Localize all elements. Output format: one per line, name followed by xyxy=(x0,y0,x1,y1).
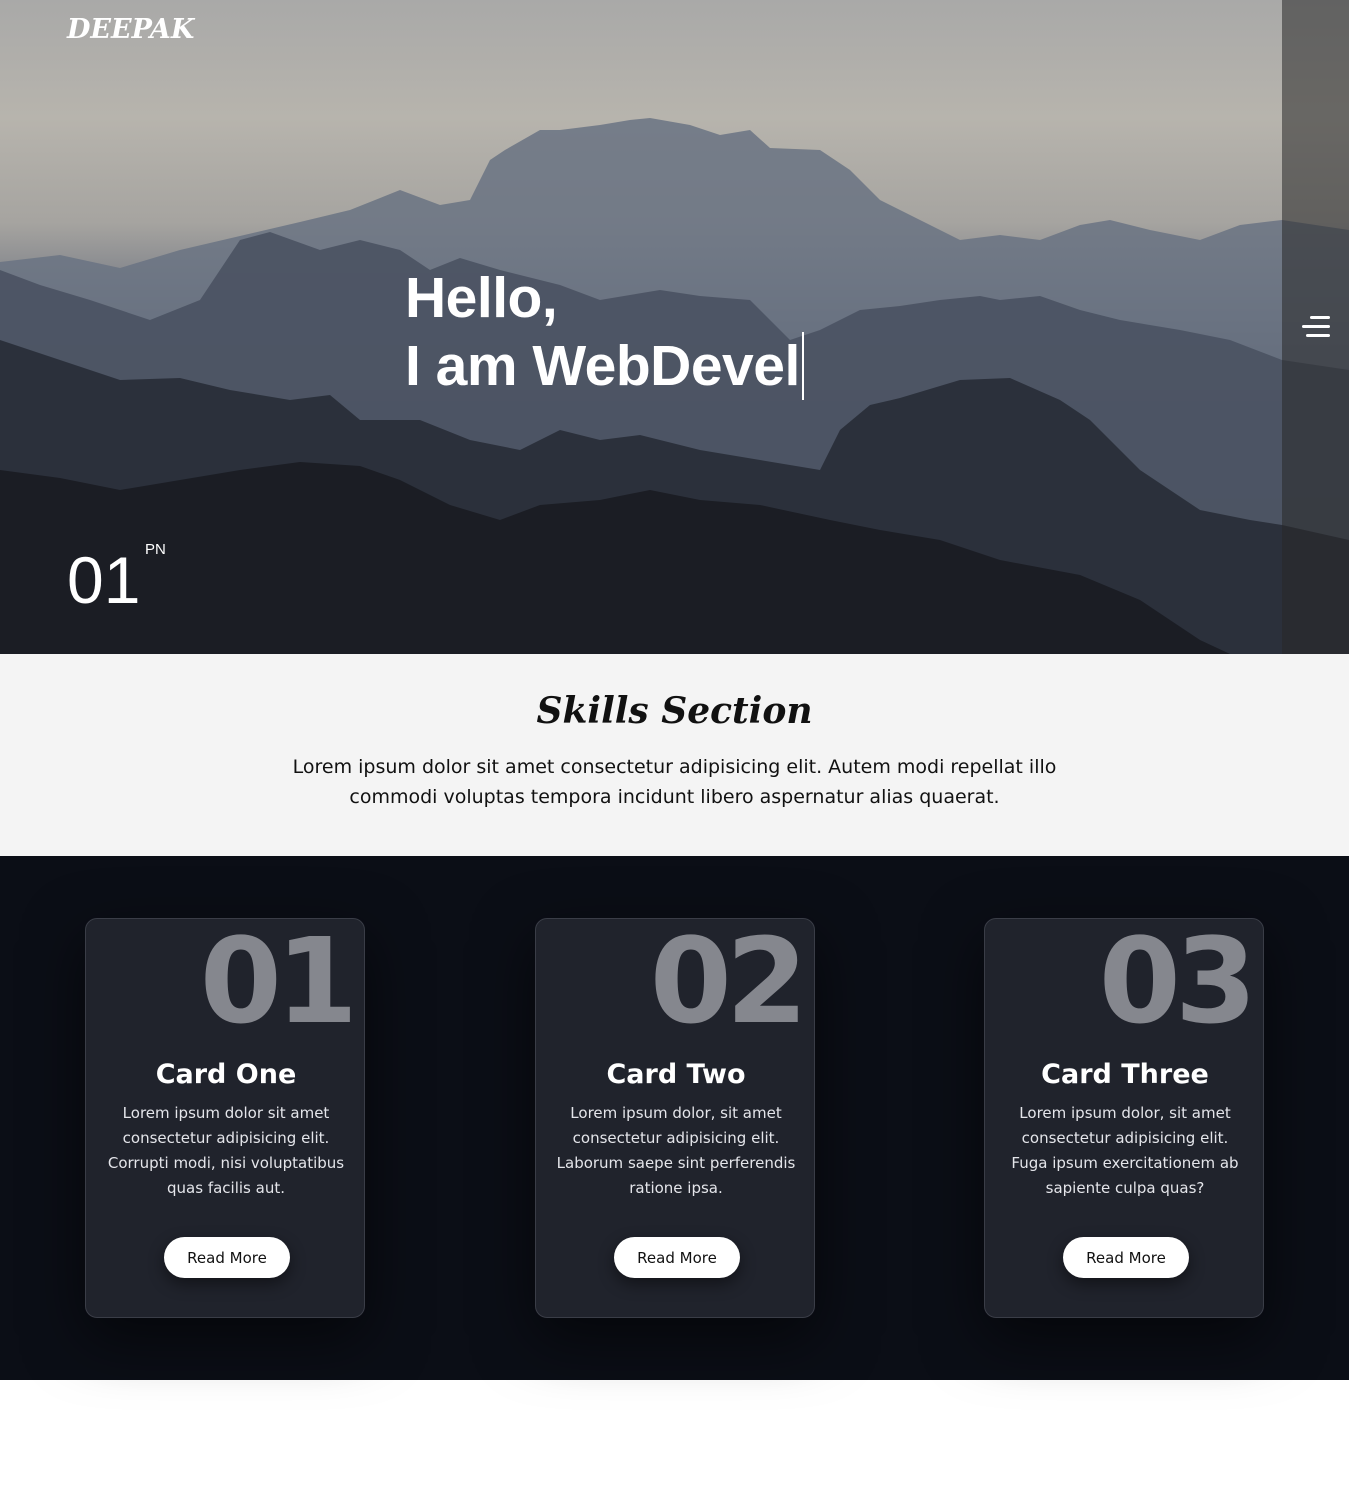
card-three: 03 Card Three Lorem ipsum dolor, sit ame… xyxy=(984,918,1264,1318)
skills-title: Skills Section xyxy=(536,690,813,732)
hero-greeting: Hello, xyxy=(405,266,558,330)
read-more-button[interactable]: Read More xyxy=(164,1237,290,1278)
slide-number: 01 xyxy=(67,543,141,617)
hero-typed-text: I am WebDevel xyxy=(405,332,804,400)
card-text: Lorem ipsum dolor, sit amet consectetur … xyxy=(556,1104,796,1197)
card-number: 03 xyxy=(1098,918,1257,1050)
card-text: Lorem ipsum dolor sit amet consectetur a… xyxy=(107,1104,345,1197)
cards-section: 01 Card One Lorem ipsum dolor sit amet c… xyxy=(0,856,1349,1380)
card-title: Card Two xyxy=(606,1059,746,1090)
hamburger-menu-icon[interactable] xyxy=(1302,316,1330,338)
read-more-button[interactable]: Read More xyxy=(614,1237,740,1278)
hero-section: DEEPAK Hello, I am WebDevel 01 PN xyxy=(0,0,1349,654)
slide-superscript: PN xyxy=(145,541,166,558)
skills-description: Lorem ipsum dolor sit amet consectetur a… xyxy=(292,756,1057,808)
read-more-button[interactable]: Read More xyxy=(1063,1237,1189,1278)
card-title: Card Three xyxy=(1041,1059,1209,1090)
skills-section: Skills Section Lorem ipsum dolor sit ame… xyxy=(0,654,1349,856)
card-title: Card One xyxy=(155,1059,297,1090)
card-number: 02 xyxy=(649,918,808,1050)
card-one: 01 Card One Lorem ipsum dolor sit amet c… xyxy=(85,918,365,1318)
brand-logo[interactable]: DEEPAK xyxy=(67,14,194,45)
card-two: 02 Card Two Lorem ipsum dolor, sit amet … xyxy=(535,918,815,1318)
hero-heading: Hello, I am WebDevel xyxy=(405,264,804,400)
card-text: Lorem ipsum dolor, sit amet consectetur … xyxy=(1011,1104,1239,1197)
card-number: 01 xyxy=(199,918,358,1050)
